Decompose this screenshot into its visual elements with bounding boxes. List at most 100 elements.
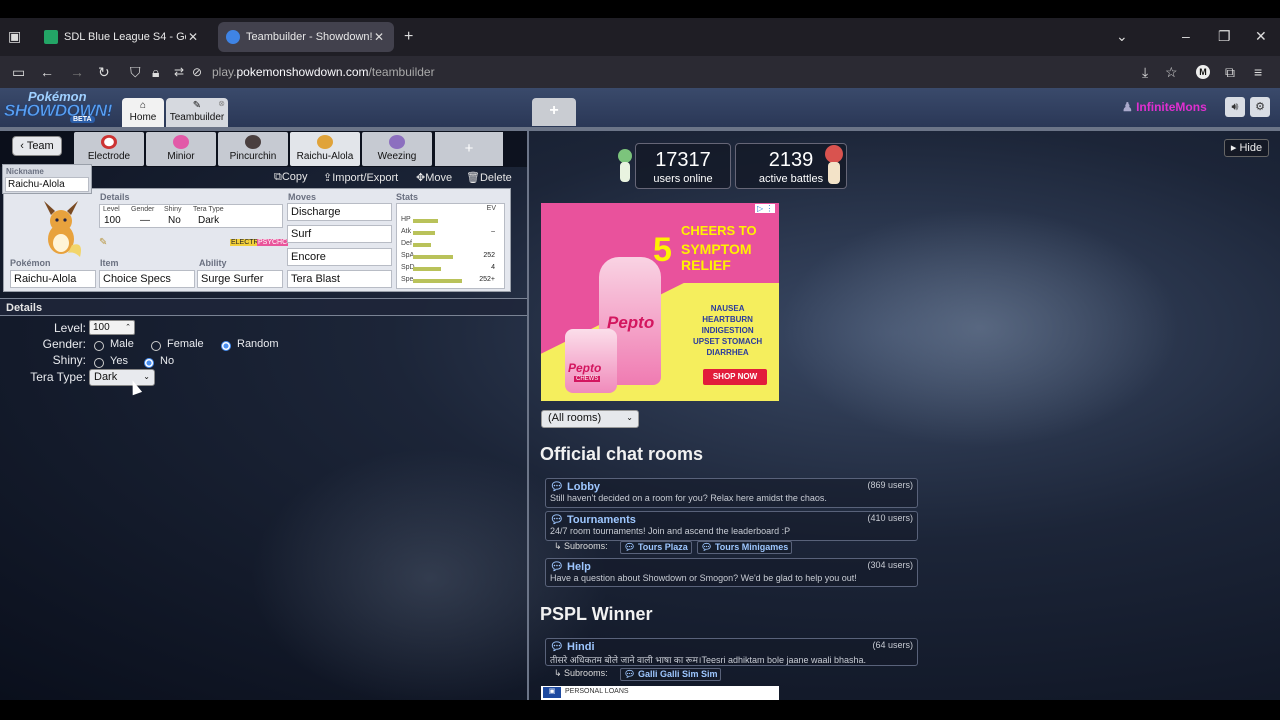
type-badge-psychic: PSYCHC <box>257 239 289 246</box>
pokemon-tab-raichu-alola[interactable]: Raichu-Alola <box>290 132 360 166</box>
gender-male-label[interactable]: Male <box>110 338 134 350</box>
nickname-field[interactable]: Raichu-Alola <box>5 177 89 192</box>
close-tab-icon[interactable]: ⊗ <box>218 99 225 108</box>
ad-choices-icon[interactable]: ▷ ⋮ <box>755 204 776 213</box>
url-field[interactable]: play.pokemonshowdown.com/teambuilder <box>212 65 435 79</box>
pokemon-tab-electrode[interactable]: Electrode <box>74 132 144 166</box>
move-2-field[interactable]: Surf <box>287 225 392 243</box>
tab-teambuilder-label: Teambuilder <box>169 112 225 123</box>
delete-button[interactable]: 🗑︎Delete <box>466 171 512 184</box>
stepper-icon[interactable]: ⌃ <box>125 321 131 334</box>
shield-icon[interactable]: ⛉ <box>130 64 141 80</box>
shiny-no-label[interactable]: No <box>160 355 174 367</box>
browser-tab-sheets[interactable]: SDL Blue League S4 - Google Sh ✕ <box>36 22 208 52</box>
tera-type-select[interactable]: Dark ⌄ <box>89 369 155 386</box>
pokemon-tab-minior[interactable]: Minior <box>146 132 216 166</box>
restore-icon[interactable]: ❐ <box>1218 28 1231 45</box>
pokemon-tab-pincurchin[interactable]: Pincurchin <box>218 132 288 166</box>
browser-tab-showdown[interactable]: Teambuilder - Showdown! ✕ <box>218 22 394 52</box>
sidebar-icon[interactable]: ▭ <box>12 64 25 80</box>
gender-male-radio[interactable] <box>94 341 104 351</box>
shiny-yes-radio[interactable] <box>94 358 104 368</box>
gear-icon[interactable]: ⚙ <box>1250 97 1270 117</box>
add-pokemon-button[interactable]: + <box>435 132 503 166</box>
details-section-label: Details <box>100 192 130 202</box>
username-text: InfiniteMons <box>1136 100 1207 114</box>
gender-female-radio[interactable] <box>151 341 161 351</box>
menu-icon[interactable]: ≡ <box>1254 64 1262 80</box>
move-3-field[interactable]: Encore <box>287 248 392 266</box>
chevron-down-icon: ⌄ <box>143 372 150 381</box>
delete-label: Delete <box>479 172 512 184</box>
new-room-button[interactable]: + <box>532 98 576 126</box>
level-input[interactable]: 100 ⌃ <box>89 320 135 335</box>
extensions-icon[interactable]: ⧉ <box>1225 64 1235 80</box>
minimize-icon[interactable]: – <box>1182 28 1190 44</box>
bookmark-star-icon[interactable]: ☆ <box>1165 64 1178 80</box>
users-online-count: 17317 <box>655 149 711 171</box>
close-icon[interactable]: ✕ <box>186 30 200 44</box>
lock-icon[interactable]: 🔒︎ <box>152 64 159 80</box>
pokemon-tab-weezing[interactable]: Weezing <box>362 132 432 166</box>
tracking-icon[interactable]: ⊘ <box>192 64 202 80</box>
room-lobby[interactable]: 💬︎ Lobby (869 users) Still haven't decid… <box>545 478 918 508</box>
username[interactable]: ♟ InfiniteMons <box>1122 100 1207 114</box>
chevron-down-icon[interactable]: ⌄ <box>1116 28 1128 45</box>
stats-summary[interactable]: EV HP Atk – Def SpA 252 SpD 4 Spe 252+ <box>396 203 505 289</box>
room-help[interactable]: 💬︎ Help (304 users) Have a question abou… <box>545 558 918 587</box>
move-button[interactable]: ✥Move <box>416 171 452 184</box>
ad-symptom: HEARTBURN <box>702 315 753 324</box>
ability-field[interactable]: Surge Surfer <box>197 270 283 288</box>
ad-shop-now-button[interactable]: SHOP NOW <box>703 369 767 385</box>
shiny-yes-label[interactable]: Yes <box>110 355 128 367</box>
tab-teambuilder[interactable]: ✎ Teambuilder ⊗ <box>166 98 228 128</box>
raichu-sprite-icon <box>317 135 333 149</box>
showdown-logo[interactable]: Pokémon SHOWDOWN! BETA <box>2 89 118 125</box>
reload-icon[interactable]: ↻ <box>98 64 110 80</box>
profile-avatar[interactable]: M <box>1196 65 1210 79</box>
move-4-field[interactable]: Tera Blast <box>287 270 392 288</box>
copy-button[interactable]: ⧉Copy <box>274 171 308 184</box>
back-to-team-button[interactable]: ‹ Team <box>12 136 62 156</box>
tab-overview-icon[interactable]: ▣ <box>8 28 21 45</box>
item-sprite-icon: ✎ <box>99 237 108 248</box>
import-export-button[interactable]: ⇪Import/Export <box>323 171 398 184</box>
rooms-filter-select[interactable]: (All rooms) ⌄ <box>541 410 639 428</box>
move-1-field[interactable]: Discharge <box>287 203 392 221</box>
stat-name: Spe <box>401 276 414 283</box>
advertisement-banner[interactable]: ▷ ⋮ CHEERS TO 5 SYMPTOM RELIEF Pepto Pep… <box>541 203 779 401</box>
item-field[interactable]: Choice Specs <box>99 270 195 288</box>
url-prefix: play. <box>212 65 237 79</box>
stats-label: Stats <box>396 192 419 202</box>
tera-mini-label: Tera Type <box>193 206 224 213</box>
pokemon-field[interactable]: Raichu-Alola <box>10 270 96 288</box>
panel-divider[interactable] <box>527 131 529 700</box>
forward-icon[interactable]: → <box>70 64 84 80</box>
advertisement-banner-2[interactable]: ▣ PERSONAL LOANS <box>541 686 779 700</box>
gender-label: Gender: <box>42 337 86 351</box>
subroom-galli-galli-sim-sim[interactable]: 💬︎ Galli Galli Sim Sim <box>620 668 722 681</box>
stat-row-spd: SpD 4 <box>401 264 501 274</box>
room-hindi[interactable]: 💬︎ Hindi (64 users) तीसरे अधिकतम बोले जा… <box>545 638 918 666</box>
sound-icon[interactable]: 🔊︎ <box>1225 97 1245 117</box>
logo-main-text: SHOWDOWN! <box>4 101 113 121</box>
subroom-tours-minigames[interactable]: 💬︎ Tours Minigames <box>697 541 793 554</box>
window-close-icon[interactable]: ✕ <box>1255 28 1267 45</box>
gender-female-label[interactable]: Female <box>167 338 204 350</box>
close-icon[interactable]: ✕ <box>372 30 386 44</box>
room-tournaments[interactable]: 💬︎ Tournaments (410 users) 24/7 room tou… <box>545 511 918 541</box>
stat-bar <box>413 231 435 235</box>
gender-random-radio[interactable] <box>221 341 231 351</box>
save-to-pocket-icon[interactable]: ⤓ <box>1142 64 1148 80</box>
subroom-tours-plaza[interactable]: 💬︎ Tours Plaza <box>620 541 692 554</box>
shiny-no-radio[interactable] <box>144 358 154 368</box>
stat-bar <box>413 219 438 223</box>
back-icon[interactable]: ← <box>40 64 54 80</box>
new-tab-icon[interactable]: + <box>404 28 413 46</box>
hide-button[interactable]: ▸ Hide <box>1224 139 1269 157</box>
gender-random-label[interactable]: Random <box>237 338 279 350</box>
details-summary[interactable]: Level 100 Gender — Shiny No Tera Type Da… <box>99 204 283 228</box>
permissions-icon[interactable]: ⇄ <box>174 64 184 80</box>
tab-home[interactable]: ⌂ Home <box>122 98 164 128</box>
ad-headline-3: RELIEF <box>681 257 731 273</box>
